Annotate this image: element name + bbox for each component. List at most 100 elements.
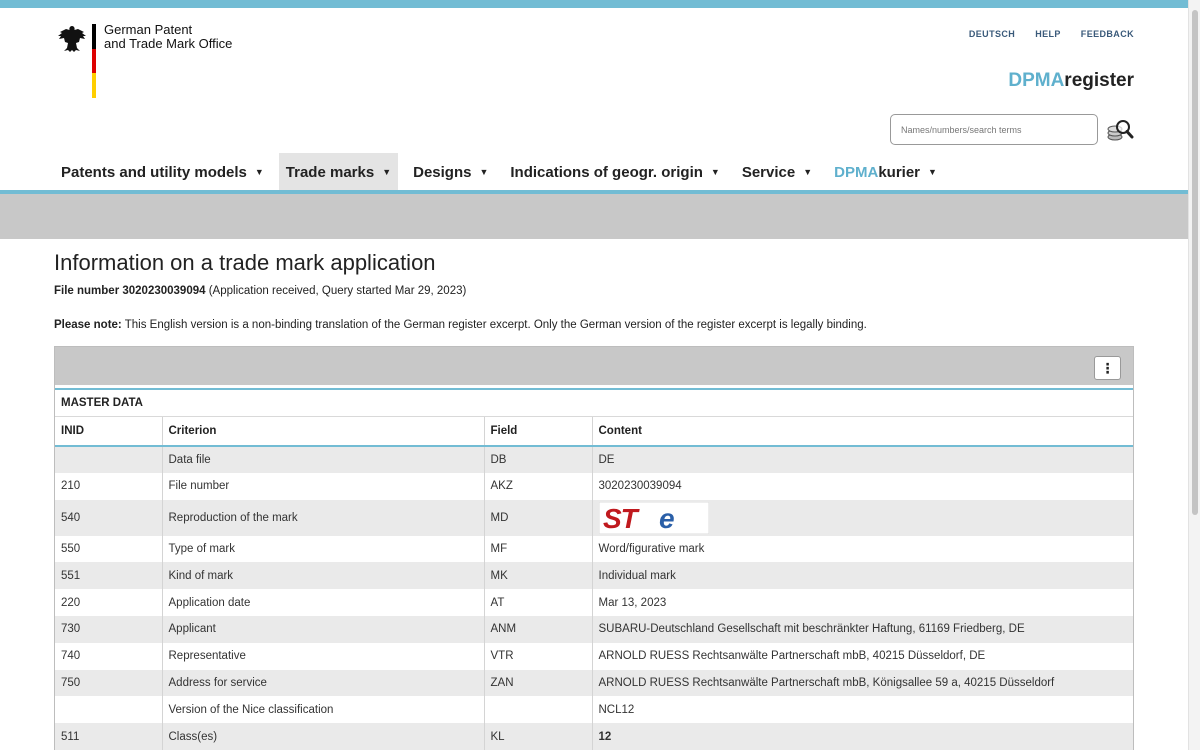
master-data-table: INID Criterion Field Content Data file D… (55, 417, 1133, 750)
cell-inid: 220 (55, 589, 163, 616)
search-icon[interactable] (1106, 116, 1134, 144)
nav-trademarks[interactable]: Trade marks ▼ (278, 153, 399, 191)
note-label: Please note: (54, 319, 122, 331)
search-input[interactable] (890, 114, 1098, 145)
nav-designs[interactable]: Designs ▼ (406, 153, 495, 191)
cell-criterion: Representative (162, 642, 485, 670)
cell-inid (55, 446, 163, 473)
column-header-inid: INID (55, 417, 163, 447)
nav-service-label: Service (741, 163, 796, 181)
page-scrollbar[interactable] (1188, 0, 1200, 750)
table-row: 550 Type of mark MF Word/figurative mark (55, 535, 1133, 563)
cell-content-mark: ST e (592, 499, 1133, 536)
cell-inid: 550 (55, 535, 163, 563)
chevron-down-icon: ▼ (479, 167, 489, 177)
office-name: German Patent and Trade Mark Office (104, 23, 232, 98)
table-row: Data file DB DE (55, 446, 1133, 473)
cell-content: Individual mark (592, 562, 1133, 590)
nav-service[interactable]: Service ▼ (735, 153, 819, 191)
cell-content: NCL12 (598, 703, 635, 716)
dpmaregister-brand[interactable]: DPMAregister (1008, 70, 1134, 92)
file-status: (Application received, Query started Mar… (205, 285, 467, 297)
table-row: 750 Address for service ZAN ARNOLD RUESS… (55, 669, 1133, 697)
note-text: This English version is a non-binding tr… (121, 319, 867, 331)
table-row: 511 Class(es) KL 12 (55, 723, 1133, 750)
panel-menu-button[interactable]: ⋮ (1094, 356, 1121, 380)
cell-criterion: Address for service (162, 669, 485, 697)
table-row: 730 Applicant ANM SUBARU-Deutschland Ges… (55, 615, 1133, 643)
cell-field: AT (484, 589, 593, 616)
help-link[interactable]: HELP (1035, 29, 1061, 39)
nav-dpmakurier[interactable]: DPMA kurier ▼ (827, 153, 944, 191)
section-title-master-data: MASTER DATA (55, 388, 1133, 417)
column-header-content: Content (592, 417, 1133, 447)
cell-criterion: Type of mark (162, 535, 485, 563)
cell-content: DE (592, 446, 1133, 473)
cell-field: ZAN (484, 669, 593, 697)
nav-kurier-accent: DPMA (834, 163, 879, 181)
file-number-line: File number 3020230039094 (Application r… (54, 285, 1134, 297)
nav-patents-label: Patents and utility models (61, 163, 247, 181)
office-name-line2: and Trade Mark Office (104, 36, 233, 51)
feedback-link[interactable]: FEEDBACK (1081, 29, 1134, 39)
main-nav: Patents and utility models ▼ Trade marks ▼… (54, 153, 952, 191)
svg-text:e: e (659, 503, 675, 534)
table-row: 210 File number AKZ 3020230039094 (55, 472, 1133, 500)
table-row: 551 Kind of mark MK Individual mark (55, 562, 1133, 590)
cell-inid: 540 (55, 499, 163, 536)
legal-note: Please note: This English version is a n… (54, 319, 1134, 331)
table-row: 740 Representative VTR ARNOLD RUESS Rech… (55, 642, 1133, 670)
cell-field: KL (484, 723, 593, 750)
table-row: 540 Reproduction of the mark MD ST e (55, 499, 1133, 536)
file-number-label: File number 3020230039094 (54, 285, 206, 297)
cell-content: ARNOLD RUESS Rechtsanwälte Partnerschaft… (598, 650, 986, 663)
column-header-field: Field (484, 417, 593, 447)
cell-criterion: Reproduction of the mark (162, 499, 485, 536)
kebab-icon: ⋮ (1100, 359, 1115, 376)
federal-eagle-icon (58, 26, 86, 52)
cell-criterion: Class(es) (162, 723, 485, 750)
cell-field: ANM (484, 615, 593, 643)
nav-patents[interactable]: Patents and utility models ▼ (54, 153, 271, 191)
panel-toolbar: ⋮ (55, 347, 1133, 385)
cell-field: MK (484, 562, 593, 590)
chevron-down-icon: ▼ (254, 167, 264, 177)
chevron-down-icon: ▼ (710, 167, 720, 177)
dpma-logo[interactable]: German Patent and Trade Mark Office (56, 23, 232, 99)
chevron-down-icon: ▼ (803, 167, 813, 177)
cell-content: SUBARU-Deutschland Gesellschaft mit besc… (592, 615, 1133, 643)
cell-content: 3020230039094 (598, 480, 682, 493)
column-header-criterion: Criterion (162, 417, 485, 447)
cell-content: Word/figurative mark (598, 542, 705, 555)
cell-field: MD (484, 499, 593, 536)
cell-inid: 551 (55, 562, 163, 590)
cell-criterion: Applicant (162, 615, 485, 643)
cell-field (484, 696, 593, 724)
cell-inid: 740 (55, 642, 163, 670)
site-header: German Patent and Trade Mark Office DEUT… (0, 8, 1188, 193)
nav-trademarks-label: Trade marks (285, 163, 375, 181)
cell-field: AKZ (484, 472, 593, 500)
cell-criterion: Application date (162, 589, 485, 616)
office-name-line1: German Patent (104, 22, 193, 37)
breadcrumb-band (0, 194, 1188, 239)
nav-geo-label: Indications of geogr. origin (510, 163, 703, 181)
table-header-row: INID Criterion Field Content (55, 417, 1133, 447)
trademark-image[interactable]: ST e (598, 501, 709, 534)
nav-designs-label: Designs (413, 163, 472, 181)
main-content: Information on a trade mark application … (54, 250, 1134, 331)
cell-content: 12 (592, 723, 1133, 750)
register-panel: ⋮ MASTER DATA INID Criterion Field Conte… (54, 346, 1134, 750)
cell-criterion: Data file (162, 446, 485, 473)
cell-inid: 730 (55, 615, 163, 643)
brand-rest: register (1064, 70, 1134, 91)
nav-geo-origin[interactable]: Indications of geogr. origin ▼ (503, 153, 726, 191)
cell-criterion: Kind of mark (162, 562, 485, 590)
chevron-down-icon: ▼ (928, 167, 937, 177)
search-area (890, 114, 1134, 145)
language-deutsch-link[interactable]: DEUTSCH (969, 29, 1015, 39)
brand-accent: DPMA (1008, 70, 1065, 91)
scrollbar-thumb[interactable] (1192, 10, 1198, 515)
cell-content: ARNOLD RUESS Rechtsanwälte Partnerschaft… (592, 669, 1133, 697)
cell-field: MF (484, 535, 593, 563)
